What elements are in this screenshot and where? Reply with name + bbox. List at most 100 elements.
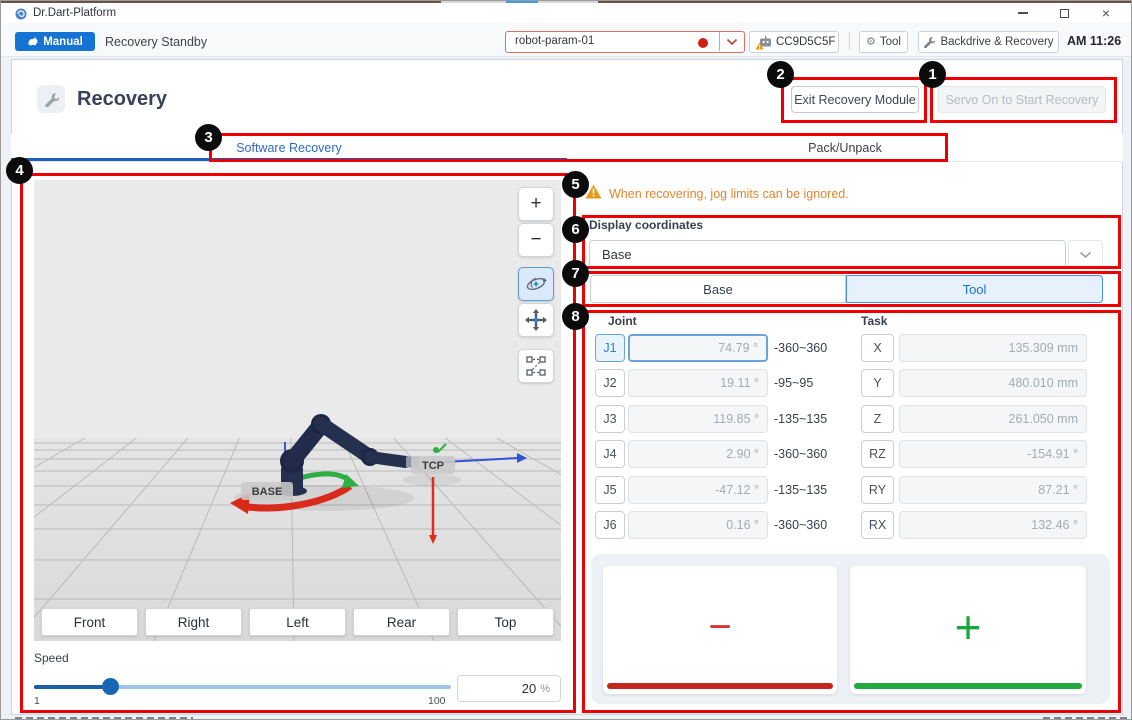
task-rx-value-field[interactable]: 132.46 °: [899, 511, 1087, 539]
tab-software-recovery[interactable]: Software Recovery: [11, 134, 567, 161]
task-y-value-field[interactable]: 480.010 mm: [899, 369, 1087, 397]
task-row-ry: RY 87.21 °: [861, 476, 1091, 504]
view-rear-button[interactable]: Rear: [353, 608, 450, 636]
speed-slider-handle[interactable]: [102, 678, 119, 695]
task-rx-button[interactable]: RX: [861, 511, 894, 539]
minimize-button[interactable]: [1006, 3, 1040, 23]
joint-j4-button[interactable]: J4: [595, 440, 625, 468]
view-right-button[interactable]: Right: [145, 608, 242, 636]
task-z-value-field[interactable]: 261.050 mm: [899, 405, 1087, 433]
joint-j1-range: -360~360: [774, 341, 827, 355]
active-tab-indicator: [11, 158, 567, 161]
clock-text: AM 11:26: [1067, 34, 1121, 48]
joint-j6-button[interactable]: J6: [595, 511, 625, 539]
manual-mode-icon: [27, 36, 39, 47]
robot-serial-badge[interactable]: CC9D5C5F: [749, 31, 839, 53]
view-front-button[interactable]: Front: [41, 608, 138, 636]
task-ry-button[interactable]: RY: [861, 476, 894, 504]
annotation-marker-3: 3: [195, 124, 222, 151]
speed-label: Speed: [34, 651, 69, 665]
task-row-z: Z 261.050 mm: [861, 405, 1091, 433]
pan-move-button[interactable]: [518, 303, 554, 337]
annotation-marker-8: 8: [562, 303, 589, 330]
speed-value: 20: [522, 681, 536, 696]
task-z-button[interactable]: Z: [861, 405, 894, 433]
maximize-button[interactable]: [1047, 3, 1081, 23]
joint-j4-range: -360~360: [774, 447, 827, 461]
robot-status-text: Recovery Standby: [105, 35, 207, 49]
tcp-tag-label: TCP: [422, 460, 444, 472]
robot-3d-scene: BASE TCP: [34, 180, 561, 641]
annotation-marker-5: 5: [562, 171, 589, 198]
display-coordinates-select[interactable]: Base: [589, 240, 1066, 269]
page-title: Recovery: [77, 88, 167, 111]
zoom-out-button[interactable]: −: [518, 223, 554, 257]
jog-minus-button[interactable]: −: [603, 566, 837, 694]
task-row-rx: RX 132.46 °: [861, 511, 1091, 539]
joint-j2-value-field[interactable]: 19.11 °: [628, 369, 768, 397]
view-left-button[interactable]: Left: [249, 608, 346, 636]
joint-j3-value-field[interactable]: 119.85 °: [628, 405, 768, 433]
joint-j6-range: -360~360: [774, 518, 827, 532]
view-top-button[interactable]: Top: [457, 608, 554, 636]
jog-frame-button[interactable]: [518, 349, 554, 383]
task-row-x: X 135.309 mm: [861, 334, 1091, 362]
jog-minus-glyph: −: [708, 605, 731, 650]
display-coordinates-label: Display coordinates: [589, 218, 703, 232]
display-coordinates-chevron-button[interactable]: [1068, 240, 1103, 269]
robot-3d-viewport[interactable]: BASE TCP: [34, 180, 561, 641]
tool-button-label: Tool: [880, 36, 901, 48]
exit-recovery-module-button[interactable]: Exit Recovery Module: [791, 86, 919, 113]
wrench-icon: [44, 92, 59, 107]
servo-on-button[interactable]: Servo On to Start Recovery: [938, 86, 1106, 113]
gear-icon: ⚙: [866, 37, 876, 48]
joint-row-j1: J1 74.79 ° -360~360: [595, 334, 895, 362]
speed-value-field[interactable]: 20 %: [457, 675, 561, 702]
base-tag-label: BASE: [252, 486, 283, 498]
frame-tab-base[interactable]: Base: [590, 275, 846, 303]
display-coordinates-value: Base: [602, 247, 632, 262]
annotation-marker-2: 2: [767, 61, 794, 88]
joint-j5-value-field[interactable]: -47.12 °: [628, 476, 768, 504]
backdrive-recovery-button[interactable]: Backdrive & Recovery: [918, 31, 1059, 53]
wrench-icon: [923, 36, 935, 48]
manual-mode-badge[interactable]: Manual: [15, 32, 95, 51]
base-tag: BASE: [241, 482, 293, 500]
tcp-tag: TCP: [411, 456, 455, 474]
robot-param-dropdown[interactable]: robot-param-01: [505, 31, 745, 53]
chevron-down-icon: [726, 38, 738, 46]
robot-warning-icon: [755, 35, 773, 51]
orbit-rotate-button[interactable]: [518, 267, 554, 301]
zoom-in-button[interactable]: +: [518, 187, 554, 221]
joint-row-j2: J2 19.11 ° -95~95: [595, 369, 895, 397]
task-row-y: Y 480.010 mm: [861, 369, 1091, 397]
recovery-icon-box: [37, 85, 65, 113]
task-rz-value-field[interactable]: -154.91 °: [899, 440, 1087, 468]
joint-row-j3: J3 119.85 ° -135~135: [595, 405, 895, 433]
jog-plus-glyph: +: [955, 600, 982, 654]
tab-pack-unpack[interactable]: Pack/Unpack: [567, 134, 1123, 161]
task-x-button[interactable]: X: [861, 334, 894, 362]
task-ry-value-field[interactable]: 87.21 °: [899, 476, 1087, 504]
joint-j3-button[interactable]: J3: [595, 405, 625, 433]
joint-j6-value-field[interactable]: 0.16 °: [628, 511, 768, 539]
joint-j1-button[interactable]: J1: [595, 334, 625, 362]
orbit-rotate-icon: [525, 273, 547, 295]
backdrive-recovery-label: Backdrive & Recovery: [940, 36, 1053, 48]
joint-j1-value-field[interactable]: 74.79 °: [628, 334, 768, 362]
joint-j5-button[interactable]: J5: [595, 476, 625, 504]
close-icon: ×: [1102, 6, 1110, 20]
close-button[interactable]: ×: [1089, 3, 1123, 23]
jog-plus-button[interactable]: +: [850, 566, 1086, 694]
task-y-button[interactable]: Y: [861, 369, 894, 397]
chevron-down-icon: [1079, 251, 1092, 259]
window-title: Dr.Dart-Platform: [33, 7, 116, 19]
joint-j2-button[interactable]: J2: [595, 369, 625, 397]
frame-tab-tool[interactable]: Tool: [846, 275, 1103, 303]
task-rz-button[interactable]: RZ: [861, 440, 894, 468]
minimize-icon: [1018, 12, 1028, 14]
task-x-value-field[interactable]: 135.309 mm: [899, 334, 1087, 362]
speed-max-label: 100: [428, 695, 446, 707]
tool-button[interactable]: ⚙ Tool: [859, 31, 908, 53]
joint-j4-value-field[interactable]: 2.90 °: [628, 440, 768, 468]
